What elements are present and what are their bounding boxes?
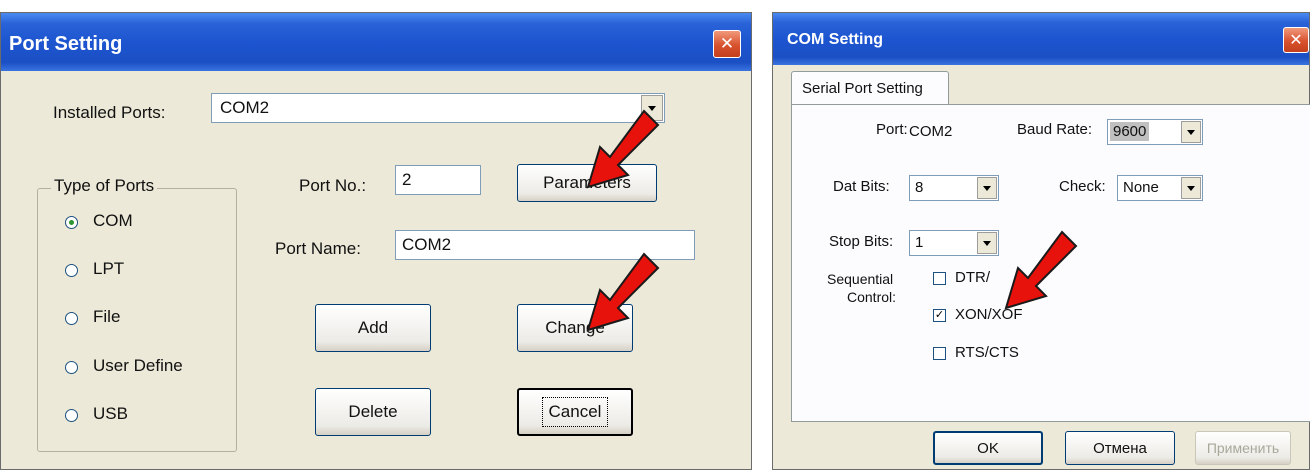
checkbox-dtr-box[interactable]: [933, 272, 946, 285]
close-icon[interactable]: ✕: [1283, 27, 1309, 53]
checkbox-dtr-label: DTR/: [955, 269, 990, 286]
installed-ports-value: COM2: [220, 98, 270, 117]
check-label: Check:: [1059, 178, 1106, 195]
check-select[interactable]: None: [1117, 175, 1203, 201]
checkbox-rts-cts-label: RTS/CTS: [955, 344, 1019, 361]
cancel-button[interactable]: Cancel: [517, 388, 633, 436]
port-no-value: 2: [402, 170, 412, 189]
close-icon[interactable]: ✕: [713, 30, 741, 58]
annotation-arrow-change: [586, 252, 660, 332]
cancel-button[interactable]: Отмена: [1065, 431, 1175, 465]
radio-com-label: COM: [93, 211, 133, 230]
sequential-control-label-1: Sequential: [827, 271, 894, 287]
baud-rate-label: Baud Rate:: [1017, 121, 1093, 138]
cancel-button-label: Cancel: [541, 397, 609, 427]
port-label: Port:: [876, 121, 908, 138]
com-setting-titlebar[interactable]: COM Setting ✕: [773, 13, 1309, 65]
chevron-down-icon[interactable]: [1181, 121, 1201, 143]
add-button[interactable]: Add: [315, 304, 431, 352]
check-icon[interactable]: ✓: [933, 309, 946, 322]
port-name-label: Port Name:: [275, 239, 361, 258]
apply-button: Применить: [1195, 431, 1291, 465]
radio-file-circle[interactable]: [65, 312, 78, 325]
port-value: COM2: [909, 123, 953, 140]
port-setting-titlebar[interactable]: Port Setting ✕: [1, 13, 751, 71]
arrow-shape: [1004, 230, 1078, 310]
port-name-value: COM2: [402, 235, 452, 254]
arrow-shape: [586, 109, 660, 189]
check-value: None: [1123, 179, 1159, 196]
radio-file-label: File: [93, 307, 121, 326]
port-setting-title: Port Setting: [9, 33, 123, 55]
ok-button[interactable]: OK: [933, 431, 1043, 465]
com-setting-title: COM Setting: [787, 31, 883, 48]
radio-com-circle[interactable]: [65, 216, 78, 229]
installed-ports-label: Installed Ports:: [53, 103, 166, 122]
arrow-shape: [586, 252, 660, 332]
stop-bits-label: Stop Bits:: [829, 233, 894, 250]
dat-bits-value: 8: [915, 179, 924, 196]
chevron-down-icon[interactable]: [1181, 177, 1201, 199]
radio-lpt-circle[interactable]: [65, 264, 78, 277]
baud-rate-value: 9600: [1110, 122, 1150, 141]
stop-bits-select[interactable]: 1: [909, 230, 999, 256]
annotation-arrow-parameters: [586, 109, 660, 189]
stop-bits-value: 1: [915, 234, 924, 251]
checkbox-rts-cts-box[interactable]: [933, 347, 946, 360]
radio-usb-label: USB: [93, 404, 128, 423]
port-no-input[interactable]: 2: [395, 165, 481, 195]
chevron-down-icon[interactable]: [977, 177, 997, 199]
port-setting-dialog: Port Setting ✕ Installed Ports: COM2 Typ…: [0, 12, 752, 470]
dat-bits-select[interactable]: 8: [909, 175, 999, 201]
radio-lpt-label: LPT: [93, 259, 125, 278]
annotation-arrow-xon-xoff: [1004, 230, 1078, 310]
dat-bits-label: Dat Bits:: [833, 178, 890, 195]
sequential-control-label-2: Control:: [847, 289, 897, 305]
delete-button[interactable]: Delete: [315, 388, 431, 436]
radio-usb-circle[interactable]: [65, 409, 78, 422]
radio-user-define-circle[interactable]: [65, 361, 78, 374]
baud-rate-select[interactable]: 9600: [1107, 119, 1203, 145]
radio-user-define-label: User Define: [93, 356, 183, 375]
tab-serial-port-setting[interactable]: Serial Port Setting: [791, 71, 949, 105]
type-of-ports-legend: Type of Ports: [51, 176, 158, 196]
port-no-label: Port No.:: [299, 176, 367, 195]
tab-serial-port-setting-label: Serial Port Setting: [802, 80, 923, 97]
